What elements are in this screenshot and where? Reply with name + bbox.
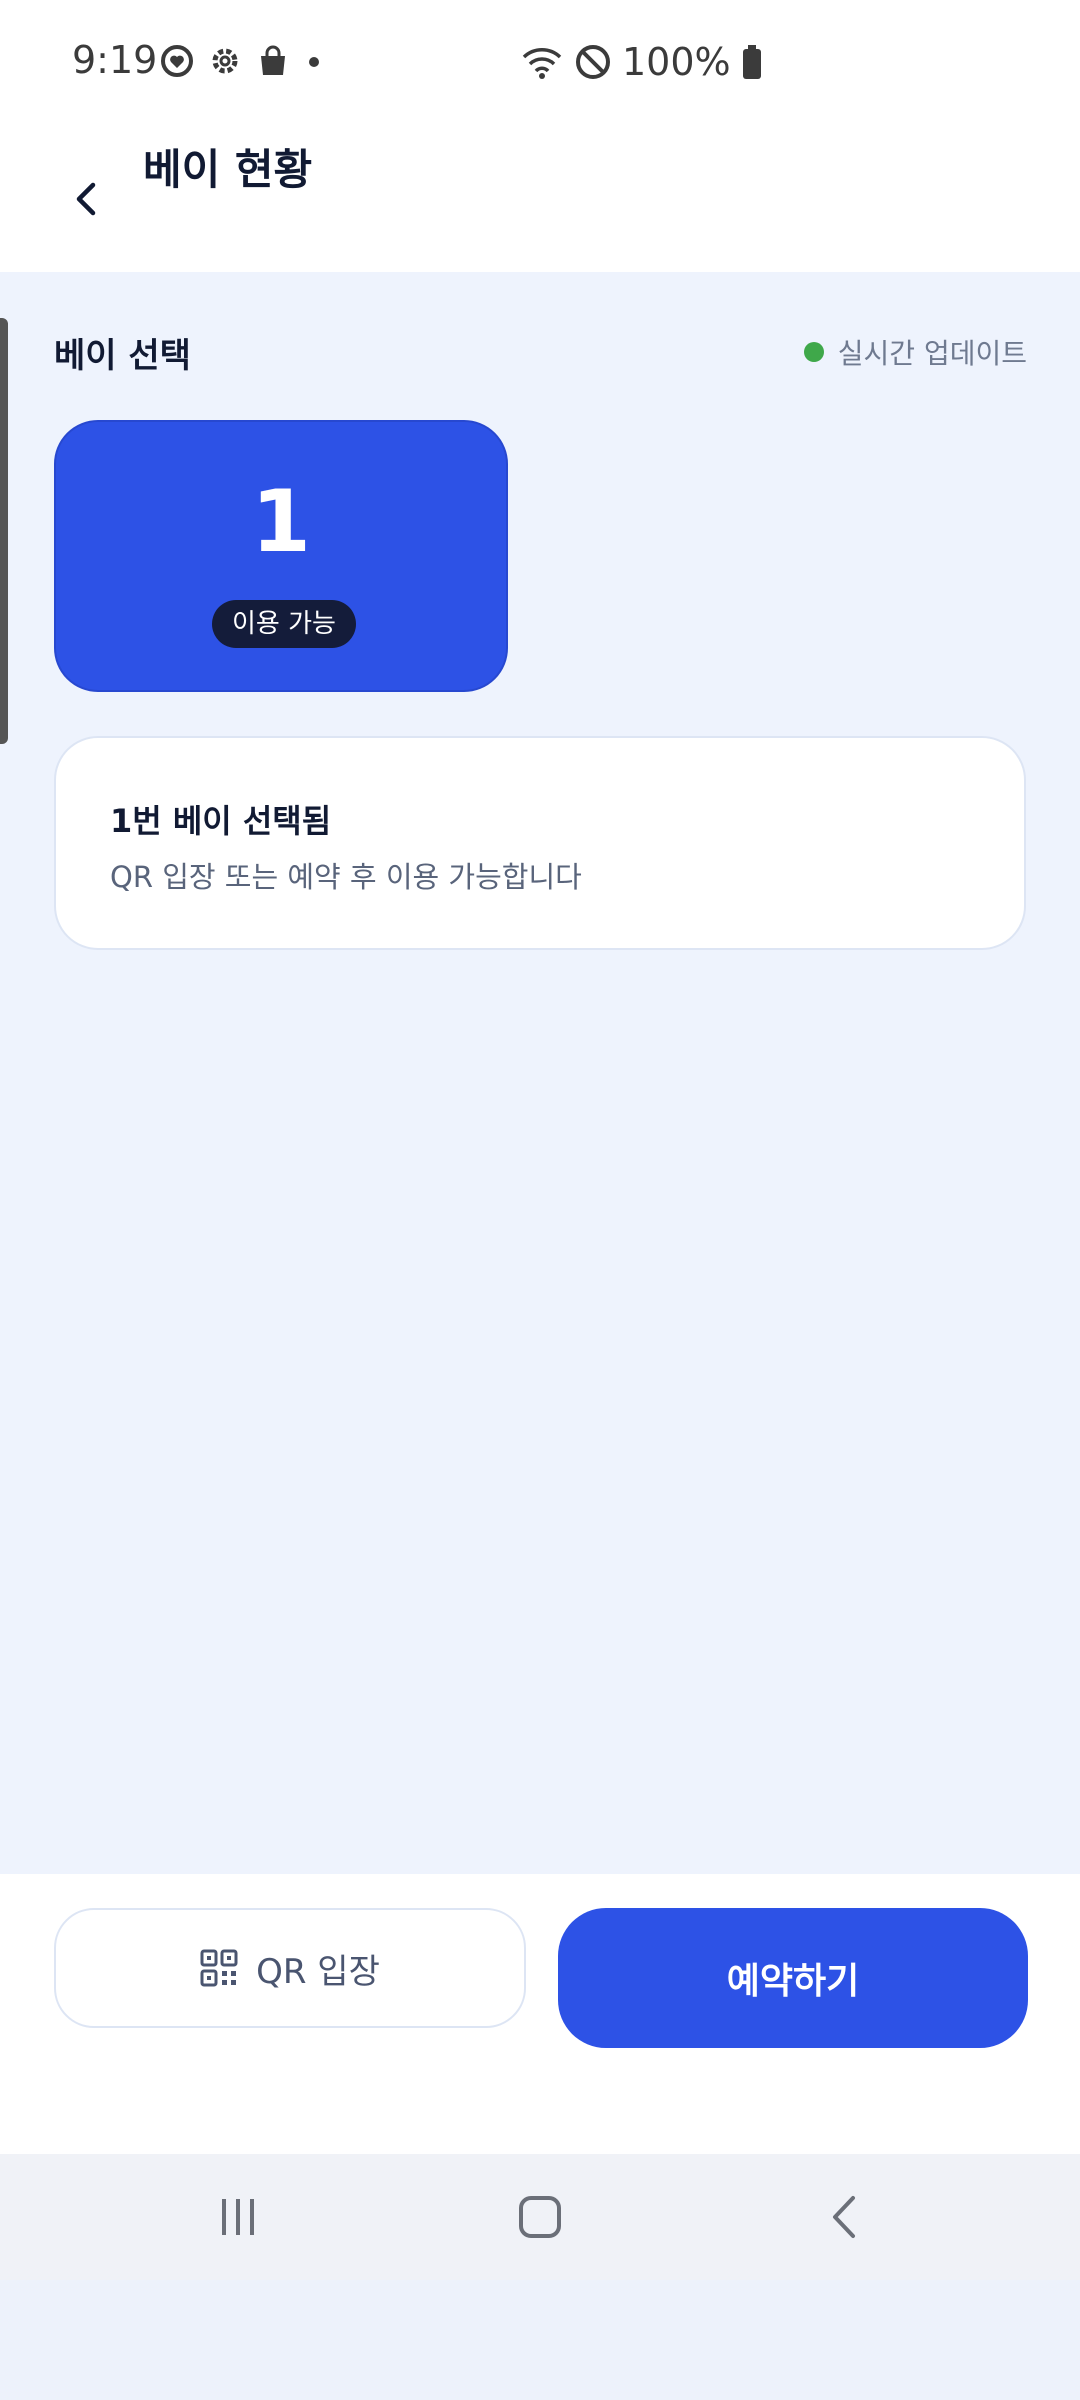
selected-bay-card: 1번 베이 선택됨 QR 입장 또는 예약 후 이용 가능합니다 (54, 736, 1026, 950)
system-nav-bar (0, 2154, 1080, 2280)
realtime-indicator: 실시간 업데이트 (803, 332, 1027, 372)
main-content: 베이 선택 실시간 업데이트 1 이용 가능 1번 베이 선택됨 QR 입장 또… (0, 272, 1080, 1874)
selected-bay-title: 1번 베이 선택됨 (110, 802, 332, 840)
recent-apps-icon (222, 2199, 254, 2235)
gear-icon (212, 48, 238, 74)
reserve-label: 예약하기 (726, 1961, 860, 2002)
bottom-action-bar: QR 입장 예약하기 (0, 1874, 1080, 2154)
recent-apps-button[interactable] (198, 2182, 278, 2252)
home-icon (519, 2196, 561, 2238)
battery-percent: 100% (622, 40, 731, 84)
app-header: 베이 현황 (0, 126, 1080, 272)
home-button[interactable] (500, 2182, 580, 2252)
section-title: 베이 선택 (54, 336, 191, 376)
qr-entry-label: QR 입장 (256, 1951, 380, 1992)
notification-dot-icon (309, 57, 319, 67)
back-arrow-icon (833, 2196, 855, 2238)
edge-panel-handle[interactable] (0, 318, 8, 744)
status-bar: 9:19 100% (0, 0, 1080, 126)
selected-bay-description: QR 입장 또는 예약 후 이용 가능합니다 (110, 860, 582, 894)
qr-code-icon (200, 1949, 238, 1987)
status-icons-right: 100% (520, 40, 763, 84)
battery-icon (742, 45, 761, 79)
page-title: 베이 현황 (143, 145, 313, 194)
reserve-button[interactable]: 예약하기 (558, 1908, 1028, 2048)
wifi-icon (522, 48, 562, 79)
bay-number: 1 (251, 472, 311, 572)
live-dot-icon (803, 342, 824, 362)
bottom-fill (0, 2280, 1080, 2400)
realtime-label: 실시간 업데이트 (837, 337, 1027, 370)
back-button[interactable] (56, 164, 116, 234)
status-icons-left (160, 44, 324, 78)
system-back-button[interactable] (804, 2182, 884, 2252)
health-icon (161, 45, 193, 77)
bay-tile-1[interactable]: 1 이용 가능 (54, 420, 508, 692)
status-time: 9:19 (72, 38, 158, 82)
bay-status-badge: 이용 가능 (212, 600, 356, 648)
chevron-left-icon (76, 182, 96, 216)
qr-entry-button[interactable]: QR 입장 (54, 1908, 526, 2028)
do-not-disturb-icon (576, 45, 610, 79)
shopping-bag-icon (261, 45, 285, 75)
